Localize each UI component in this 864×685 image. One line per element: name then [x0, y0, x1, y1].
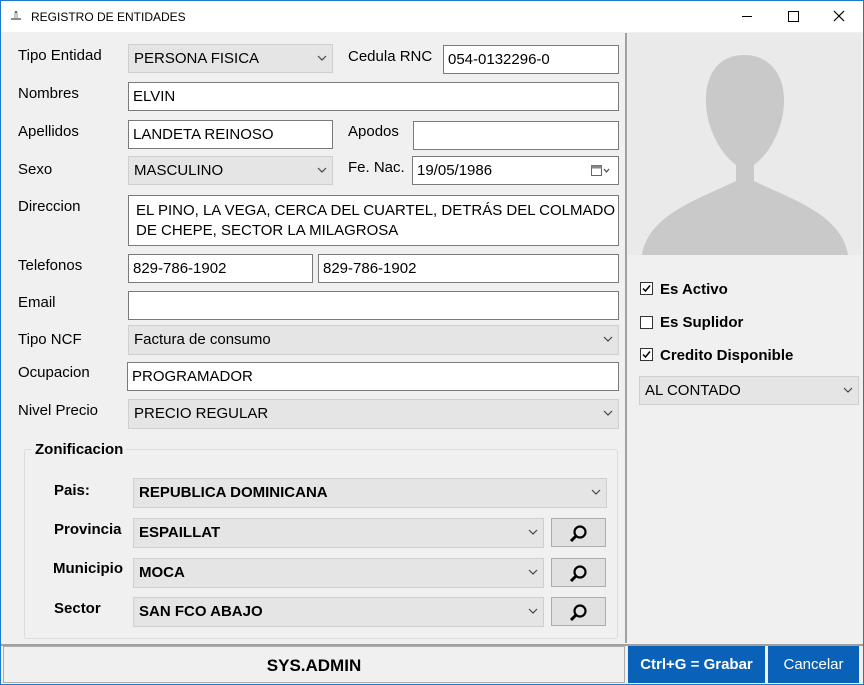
- sector-select[interactable]: SAN FCO ABAJO: [133, 597, 544, 627]
- pais-label: Pais:: [54, 482, 90, 499]
- tipo-ncf-value: Factura de consumo: [134, 331, 271, 348]
- apellidos-input[interactable]: LANDETA REINOSO: [128, 120, 333, 149]
- chevron-down-icon: [317, 167, 327, 173]
- ocupacion-value: PROGRAMADOR: [132, 368, 253, 385]
- nombres-label: Nombres: [18, 85, 79, 102]
- search-icon: [569, 604, 587, 622]
- window-title: REGISTRO DE ENTIDADES: [31, 10, 186, 24]
- pais-value: REPUBLICA DOMINICANA: [139, 484, 328, 501]
- maximize-icon: [788, 11, 799, 22]
- apodos-label: Apodos: [348, 123, 399, 140]
- nombres-input[interactable]: ELVIN: [128, 82, 619, 111]
- tipo-entidad-label: Tipo Entidad: [18, 47, 102, 64]
- provincia-label: Provincia: [54, 521, 122, 538]
- ocupacion-input[interactable]: PROGRAMADOR: [127, 362, 619, 391]
- chevron-down-icon: [603, 410, 613, 416]
- cancel-button[interactable]: Cancelar: [768, 646, 859, 683]
- credito-disponible-checkbox[interactable]: [640, 348, 653, 361]
- es-suplidor-checkbox[interactable]: [640, 316, 653, 329]
- provincia-value: ESPAILLAT: [139, 524, 221, 541]
- email-label: Email: [18, 294, 56, 311]
- chevron-down-icon: [528, 569, 538, 575]
- close-icon: [833, 10, 845, 22]
- sexo-label: Sexo: [18, 161, 53, 178]
- minimize-icon: [742, 16, 752, 17]
- zonificacion-title: Zonificacion: [32, 441, 127, 458]
- nivel-precio-select[interactable]: PRECIO REGULAR: [128, 399, 619, 429]
- telefono-2-input[interactable]: 829-786-1902: [318, 254, 619, 283]
- checkmark-icon: [642, 351, 651, 359]
- close-button[interactable]: [816, 1, 862, 32]
- credito-tipo-select[interactable]: AL CONTADO: [639, 376, 859, 405]
- right-panel-divider: [625, 33, 627, 643]
- entity-registration-window: REGISTRO DE ENTIDADES Tipo Entidad PERSO…: [0, 0, 864, 685]
- direccion-label: Direccion: [18, 198, 81, 215]
- municipio-value: MOCA: [139, 564, 185, 581]
- apodos-input[interactable]: [413, 121, 619, 150]
- sector-search-button[interactable]: [551, 597, 606, 626]
- fe-nac-value: 19/05/1986: [417, 162, 493, 179]
- tipo-entidad-select[interactable]: PERSONA FISICA: [128, 44, 333, 73]
- chevron-down-icon: [317, 55, 327, 61]
- pais-select[interactable]: REPUBLICA DOMINICANA: [133, 478, 607, 508]
- telefonos-label: Telefonos: [18, 257, 83, 274]
- apellidos-label: Apellidos: [18, 123, 79, 140]
- es-activo-label: Es Activo: [660, 281, 728, 298]
- ocupacion-label: Ocupacion: [18, 364, 90, 381]
- fe-nac-label: Fe. Nac.: [348, 159, 405, 176]
- nivel-precio-value: PRECIO REGULAR: [134, 405, 269, 422]
- user-silhouette-icon: [628, 33, 861, 255]
- chevron-down-icon: [528, 529, 538, 535]
- search-icon: [569, 565, 587, 583]
- credito-tipo-value: AL CONTADO: [645, 382, 741, 399]
- sexo-select[interactable]: MASCULINO: [128, 156, 333, 185]
- title-bar: REGISTRO DE ENTIDADES: [1, 1, 863, 32]
- municipio-label: Municipio: [53, 560, 123, 577]
- fe-nac-datepicker[interactable]: 19/05/1986: [412, 156, 619, 185]
- municipio-search-button[interactable]: [551, 558, 606, 587]
- direccion-textarea[interactable]: EL PINO, LA VEGA, CERCA DEL CUARTEL, DET…: [128, 195, 619, 246]
- cedula-rnc-label: Cedula RNC: [348, 48, 433, 65]
- save-button[interactable]: Ctrl+G = Grabar: [628, 646, 765, 683]
- municipio-select[interactable]: MOCA: [133, 558, 544, 588]
- cedula-rnc-value: 054-0132296-0: [448, 51, 550, 68]
- es-suplidor-label: Es Suplidor: [660, 314, 744, 331]
- telefono-2-value: 829-786-1902: [323, 260, 417, 277]
- telefono-1-value: 829-786-1902: [133, 260, 227, 277]
- sexo-value: MASCULINO: [134, 162, 224, 179]
- tipo-entidad-value: PERSONA FISICA: [134, 50, 260, 67]
- search-icon: [569, 525, 587, 543]
- nivel-precio-label: Nivel Precio: [18, 402, 99, 419]
- chevron-down-icon: [603, 336, 613, 342]
- tipo-ncf-select[interactable]: Factura de consumo: [128, 325, 619, 355]
- user-status-bar: SYS.ADMIN: [3, 646, 625, 683]
- maximize-button[interactable]: [770, 1, 816, 32]
- apellidos-value: LANDETA REINOSO: [133, 126, 274, 143]
- provincia-search-button[interactable]: [551, 518, 606, 547]
- tipo-ncf-label: Tipo NCF: [18, 331, 82, 348]
- sector-value: SAN FCO ABAJO: [139, 603, 263, 620]
- es-activo-checkbox[interactable]: [640, 282, 653, 295]
- cancel-button-label: Cancelar: [783, 656, 844, 673]
- nombres-value: ELVIN: [133, 88, 176, 105]
- chevron-down-icon: [843, 387, 853, 393]
- telefono-1-input[interactable]: 829-786-1902: [128, 254, 313, 283]
- minimize-button[interactable]: [724, 1, 770, 32]
- provincia-select[interactable]: ESPAILLAT: [133, 518, 544, 548]
- photo-frame[interactable]: [628, 33, 861, 255]
- direccion-line-2: DE CHEPE, SECTOR LA MILAGROSA: [136, 222, 399, 239]
- cedula-rnc-input[interactable]: 054-0132296-0: [443, 45, 619, 74]
- chevron-down-icon: [528, 608, 538, 614]
- current-user: SYS.ADMIN: [266, 656, 362, 675]
- sector-label: Sector: [54, 600, 101, 617]
- save-button-label: Ctrl+G = Grabar: [640, 656, 753, 673]
- chevron-down-icon: [591, 489, 601, 495]
- checkmark-icon: [642, 285, 651, 293]
- email-input[interactable]: [128, 291, 619, 320]
- calendar-dropdown-icon[interactable]: [591, 165, 611, 177]
- credito-disponible-label: Credito Disponible: [660, 347, 794, 364]
- direccion-line-1: EL PINO, LA VEGA, CERCA DEL CUARTEL, DET…: [136, 202, 616, 219]
- form-icon: [11, 11, 21, 20]
